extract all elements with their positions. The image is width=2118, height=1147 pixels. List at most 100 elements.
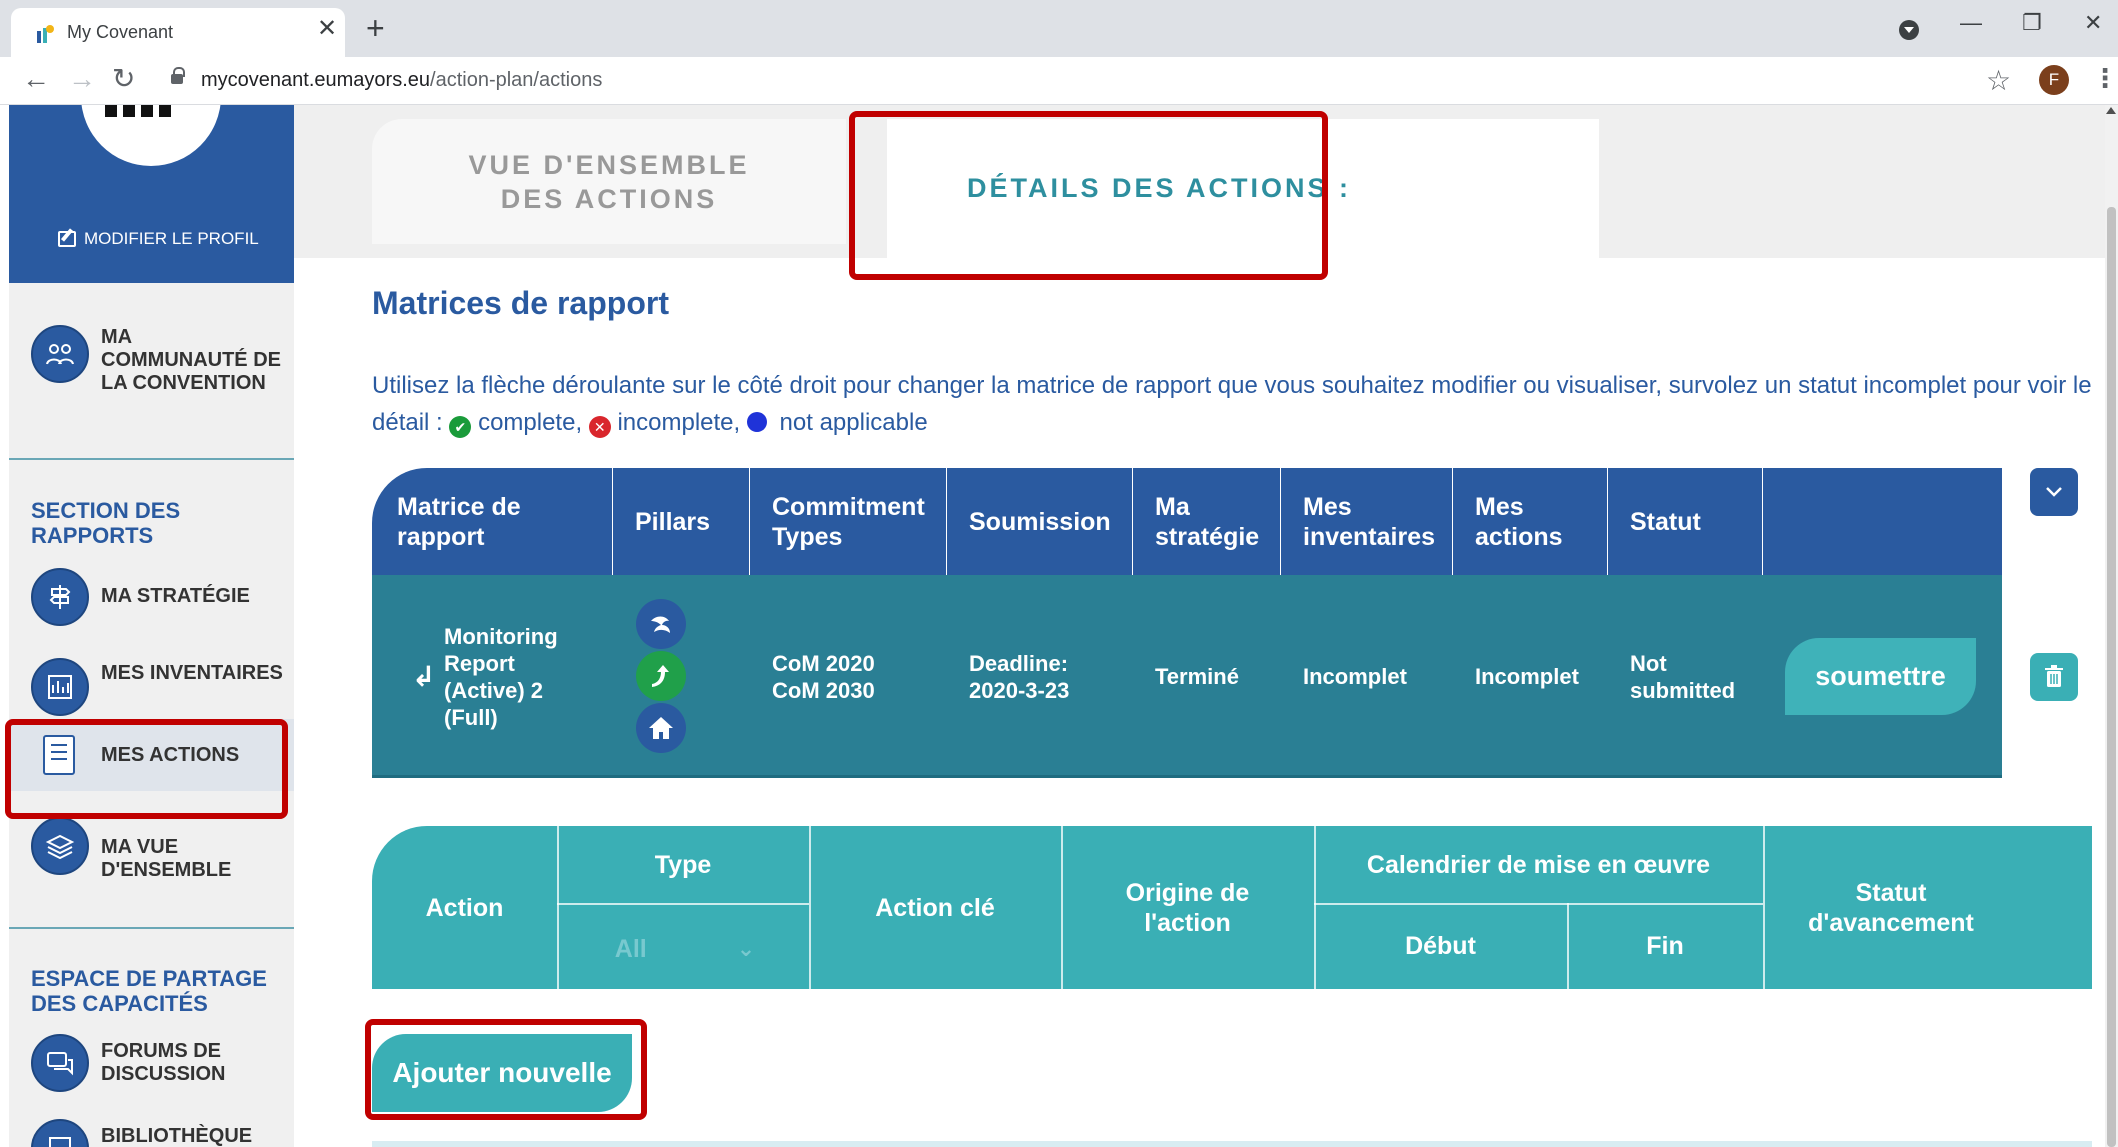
report-matrix-table: Matrice de rapport Pillars Commitment Ty… <box>372 468 2002 778</box>
col-header: Matrice de rapport <box>397 492 521 551</box>
col-header: Commitment Types <box>749 468 946 575</box>
col-action: Action <box>425 893 504 922</box>
community-icon <box>31 325 89 383</box>
sidebar-label-library: BIBLIOTHÈQUE <box>101 1125 253 1147</box>
window-close-icon[interactable]: ✕ <box>2084 12 2102 34</box>
reload-icon[interactable]: ↻ <box>112 65 135 93</box>
sidebar-label-forums: FORUMS DE DISCUSSION <box>101 1040 226 1085</box>
library-icon <box>31 1119 89 1147</box>
chat-icon <box>31 1034 89 1092</box>
chevron-down-icon <box>2046 487 2062 497</box>
page-title: Matrices de rapport <box>372 285 669 321</box>
submission-status: Not submitted <box>1630 650 1736 703</box>
col-header-empty <box>1762 468 2002 575</box>
section-capacity-heading: ESPACE DE PARTAGE DES CAPACITÉS <box>31 966 267 1016</box>
chevron-down-icon: ⌄ <box>736 936 756 961</box>
submit-button[interactable]: soumettre <box>1785 638 1976 715</box>
type-filter-select[interactable]: All ⌄ <box>560 917 810 981</box>
tab-search-icon[interactable] <box>1899 20 1919 40</box>
browser-tab[interactable]: My Covenant ✕ <box>11 8 345 57</box>
col-header: Mes actions <box>1452 468 1607 575</box>
sidebar: MODIFIER LE PROFIL MA COMMUNAUTÉ DE LA C… <box>9 105 294 1147</box>
layers-icon <box>31 817 89 875</box>
trash-icon <box>2045 665 2063 687</box>
sidebar-profile: MODIFIER LE PROFIL <box>9 105 294 283</box>
page: MODIFIER LE PROFIL MA COMMUNAUTÉ DE LA C… <box>0 105 2118 1147</box>
scroll-up-icon[interactable] <box>2106 107 2116 114</box>
profile-avatar[interactable]: F <box>2039 65 2069 95</box>
tab-title: My Covenant <box>67 22 174 42</box>
sidebar-label-strategy: MA STRATÉGIE <box>101 585 250 607</box>
col-header: Ma stratégie <box>1132 468 1280 575</box>
sidebar-divider <box>9 458 294 460</box>
edit-icon <box>58 231 76 247</box>
bookmark-star-icon[interactable]: ☆ <box>1986 64 2011 97</box>
matrix-name: Monitoring Report (Active) 2 (Full) <box>444 623 558 730</box>
browser-menu-icon[interactable]: ⋮ <box>2092 63 2118 94</box>
browser-tabbar: My Covenant ✕ + — ❐ ✕ <box>0 0 2118 57</box>
col-key-action: Action clé <box>875 893 995 922</box>
edit-profile-label: MODIFIER LE PROFIL <box>84 229 259 248</box>
covenant-favicon-icon <box>37 25 54 43</box>
energy-poverty-pillar-icon <box>636 703 686 753</box>
signpost-icon <box>31 568 89 626</box>
col-header: Statut <box>1607 468 1762 575</box>
sidebar-divider <box>9 927 294 929</box>
tab-actions-overview[interactable]: VUE D'ENSEMBLE DES ACTIONS <box>372 119 846 244</box>
commitment-types: CoM 2020 CoM 2030 <box>772 650 875 703</box>
report-table-header: Matrice de rapport Pillars Commitment Ty… <box>372 468 2002 575</box>
incomplete-icon: ✕ <box>588 416 611 438</box>
instruction-text: Utilisez la flèche déroulante sur le côt… <box>372 367 2102 441</box>
url-path: /action-plan/actions <box>430 69 603 91</box>
row-select-arrow[interactable]: ↲ <box>412 575 442 778</box>
edit-profile-link[interactable]: MODIFIER LE PROFIL <box>58 229 259 249</box>
minimize-icon[interactable]: — <box>1960 12 1982 34</box>
address-bar: ← → ↻ mycovenant.eumayors.eu/action-plan… <box>0 57 2118 105</box>
type-filter-value: All <box>614 934 647 963</box>
col-header: Mes inventaires <box>1280 468 1452 575</box>
url-field[interactable]: mycovenant.eumayors.eu/action-plan/actio… <box>201 69 602 92</box>
table-row[interactable]: ↲ Monitoring Report (Active) 2 (Full) Co… <box>372 575 2002 778</box>
tab-close-icon[interactable]: ✕ <box>317 17 337 41</box>
highlight-my-actions <box>5 719 288 819</box>
col-progress-status: Statut d'avancement <box>1808 878 1974 937</box>
forward-icon[interactable]: → <box>68 65 96 93</box>
mitigation-pillar-icon <box>636 599 686 649</box>
table-body-edge <box>372 1141 2092 1147</box>
col-origin: Origine de l'action <box>1125 878 1250 937</box>
highlight-add-button <box>365 1019 647 1120</box>
sidebar-label-community: MA COMMUNAUTÉ DE LA CONVENTION <box>101 326 281 394</box>
submission-deadline: Deadline: 2020-3-23 <box>969 650 1070 703</box>
matrix-dropdown-button[interactable] <box>2030 468 2078 516</box>
legend-complete: complete, <box>478 409 583 436</box>
delete-button[interactable] <box>2030 653 2078 701</box>
city-logo <box>81 105 221 166</box>
url-host: mycovenant.eumayors.eu <box>201 69 431 91</box>
col-header: Soumission <box>946 468 1132 575</box>
actions-table-header: Action Type All ⌄ Action clé Origine de … <box>372 826 2092 989</box>
complete-icon: ✔ <box>449 416 472 438</box>
scrollbar-thumb[interactable] <box>2107 207 2116 1147</box>
sidebar-label-overview: MA VUE D'ENSEMBLE <box>101 836 232 881</box>
restore-icon[interactable]: ❐ <box>2022 12 2042 34</box>
col-type: Type <box>654 850 712 879</box>
tab-actions-overview-label: VUE D'ENSEMBLE DES ACTIONS <box>468 149 750 214</box>
back-icon[interactable]: ← <box>22 65 50 93</box>
actions-status[interactable]: Incomplet <box>1475 575 1579 778</box>
highlight-details-tab <box>849 111 1328 280</box>
legend-incomplete: incomplete, <box>617 409 741 436</box>
adaptation-pillar-icon <box>636 651 686 701</box>
col-header: Pillars <box>612 468 749 575</box>
col-start: Début <box>1405 932 1476 960</box>
new-tab-icon[interactable]: + <box>366 12 385 44</box>
section-reports-heading: SECTION DES RAPPORTS <box>31 498 181 548</box>
legend-not-applicable: not applicable <box>779 409 928 436</box>
lock-icon <box>171 67 185 84</box>
col-calendar: Calendrier de mise en œuvre <box>1366 850 1711 879</box>
col-end: Fin <box>1646 932 1684 960</box>
inventory-icon <box>31 658 89 716</box>
sidebar-label-inventories: MES INVENTAIRES <box>101 662 283 684</box>
inventories-status[interactable]: Incomplet <box>1303 575 1407 778</box>
strategy-status[interactable]: Terminé <box>1155 575 1239 778</box>
not-applicable-icon <box>746 412 767 432</box>
